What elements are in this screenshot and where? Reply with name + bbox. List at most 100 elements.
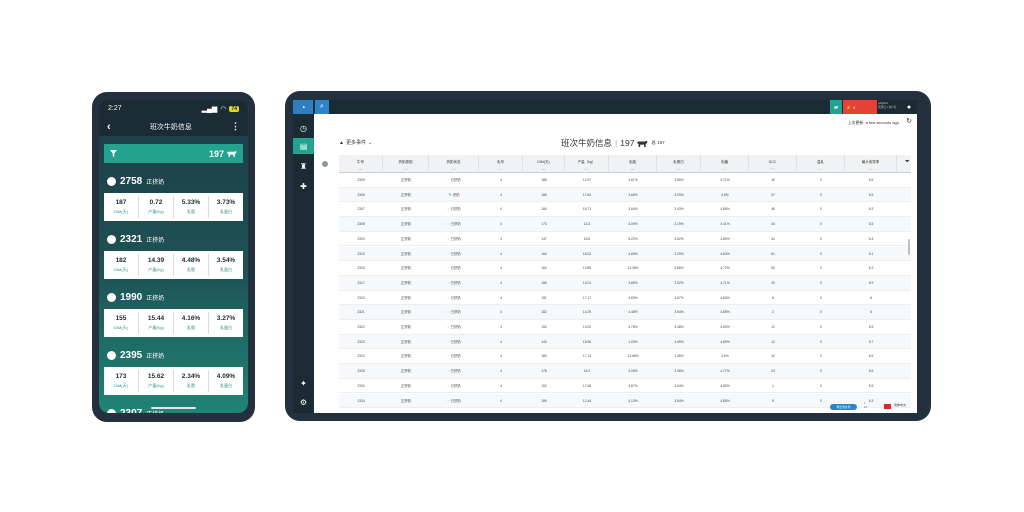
list-item[interactable]: 2758 正挤奶 187 DIM(天) 0.72 产量(Kg) 5.33% 乳脂 3.7…: [104, 169, 243, 221]
column-filter[interactable]: —: [479, 166, 522, 171]
column-header[interactable]: 乳脂 —: [609, 155, 657, 173]
cell-value: 5.22%: [628, 236, 638, 241]
column-filter[interactable]: —: [845, 166, 896, 171]
stat-yield: 15.44 产量(Kg): [139, 312, 174, 334]
table-row[interactable]: 2300 正挤奶 ◌ 已挤奶 4 147 15.6 5.22% 3.52% 4.89% 44 0 5.…: [339, 232, 911, 247]
column-filter[interactable]: —: [383, 166, 428, 171]
table-cell: ◌ 已挤奶: [429, 349, 479, 364]
user-info[interactable]: gdfgfdsd 管理员 1 用户名: [878, 102, 900, 109]
scrollbar[interactable]: [908, 239, 910, 255]
stage: 2:27 ▂▄▆ ◠ 74 ‹ 班次牛奶信息 ⋮ 197 2758 正挤奶 18…: [0, 0, 1024, 512]
cell-value: 正挤奶: [401, 236, 411, 241]
table-row[interactable]: 2323 正挤奶 ◌ 已挤奶 4 143 15.96 1.03% 4.49% 4.89% 12 0 5…: [339, 334, 911, 350]
table-row[interactable]: 2324 正挤奶 ◌ 已挤奶 4 180 17.14 13.66% 1.46% 4.6% 10 0 6…: [339, 349, 911, 365]
table-row[interactable]: 2334 正挤奶 ◌ 已挤奶 4 189 12.44 4.13% 3.54% 4.85% 5 0 6.…: [339, 393, 911, 409]
column-header[interactable]: 温乳 —: [797, 155, 845, 173]
column-header[interactable]: 牛号 —: [339, 155, 383, 173]
more-options-icon[interactable]: ⋮: [231, 121, 240, 132]
cell-value: 5.5: [868, 192, 874, 197]
cell-value: 4.78%: [628, 325, 638, 329]
settings-icon[interactable]: ⚙: [293, 394, 314, 410]
checkbox[interactable]: [107, 350, 116, 360]
table-row[interactable]: 2322 正挤奶 ◌ 已挤奶 4 152 13.02 4.78% 3.48% 4.65% 12 0 5…: [339, 320, 911, 335]
pagination[interactable]: 1 20: [864, 401, 867, 409]
table-cell: 0: [797, 349, 845, 364]
list-item[interactable]: 2395 正挤奶 173 DIM(天) 15.62 产量(Kg) 2.34% 乳脂 4.…: [104, 343, 243, 395]
alert-badge[interactable]: ⚡ 4: [843, 100, 877, 114]
cell-value: 18.02: [582, 251, 592, 256]
cow-view-icon[interactable]: ▰: [830, 100, 842, 114]
table-row[interactable]: 2317 正挤奶 ◌ 已挤奶 4 156 13.01 3.85% 3.52% 4.71% 20 0 5…: [339, 275, 911, 291]
bulb-icon[interactable]: ✦: [293, 375, 314, 391]
refresh-icon[interactable]: ↻: [906, 117, 912, 125]
cell-value: 4.77%: [720, 369, 730, 374]
table-row[interactable]: 2310 正挤奶 ◌ 已挤奶 4 164 18.02 4.69% 3.29% 4.84% 81 0 6…: [339, 246, 911, 262]
report-icon[interactable]: ▤: [293, 138, 314, 154]
table-row[interactable]: 2309 正挤奶 ◌ 已挤奶 4 188 12.97 4.61% 3.56% 4.71% 15 0 5…: [339, 173, 911, 188]
column-filter[interactable]: —: [797, 166, 844, 171]
column-header[interactable]: 乳糖 —: [701, 155, 749, 173]
cow-number: 2758: [120, 175, 143, 187]
select-all-checkbox[interactable]: [322, 161, 328, 167]
more-events-dropdown[interactable]: ▲ 更多事件 ⌄: [339, 139, 372, 147]
table-row[interactable]: 2315 正挤奶 ◌ 已挤奶 4 160 13.85 13.36% 0.86% 4.72% 50 0…: [339, 261, 911, 276]
checkbox[interactable]: [107, 176, 116, 186]
column-filter[interactable]: —: [749, 165, 796, 170]
column-header[interactable]: SCC —: [749, 155, 797, 173]
cell-value: 178: [541, 369, 547, 374]
column-header[interactable]: 挤奶原因 —: [383, 155, 429, 173]
column-filter-icon[interactable]: ⏷: [905, 159, 910, 166]
column-filter[interactable]: —: [523, 166, 564, 171]
table-row[interactable]: 2306 正挤奶 ✎ 挤奶 4 186 17.64 3.66% 3.29% 4.8% 37 0 5.5: [339, 187, 911, 203]
back-icon[interactable]: ‹: [107, 121, 111, 133]
table-row[interactable]: 2326 正挤奶 ◌ 已挤奶 4 178 16.2 4.05% 3.38% 4.77% 23 0 5.…: [339, 364, 911, 379]
table-cell: 0: [797, 379, 845, 394]
stats-card: 182 DIM(天) 14.39 产量(Kg) 4.48% 乳脂 3.54% 乳蛋白: [104, 251, 243, 279]
checkbox[interactable]: [107, 292, 116, 302]
table-row[interactable]: 2320 正挤奶 ◌ 已挤奶 4 191 17.17 4.63% 3.67% 4.84% 8 0 6: [339, 291, 911, 306]
export-button[interactable]: 导出到文件: [830, 404, 857, 410]
stat-value: 3.27%: [216, 315, 236, 322]
table-row[interactable]: 2308 正挤奶 ◌ 已挤奶 4 173 13.3 4.09% 3.19% 4.41% 44 0 5.…: [339, 217, 911, 232]
herd-icon[interactable]: ♜: [293, 158, 314, 174]
search-icon[interactable]: ⌕: [315, 100, 329, 114]
table-cell: 4.89%: [701, 335, 749, 350]
list-item[interactable]: 1990 正挤奶 155 DIM(天) 15.44 产量(Kg) 4.16% 乳脂 3.…: [104, 285, 243, 337]
profile-icon[interactable]: ●: [903, 100, 915, 114]
column-filter[interactable]: —: [339, 166, 382, 171]
cell-value: 15.96: [582, 339, 592, 344]
filter-icon[interactable]: [110, 150, 117, 157]
column-header[interactable]: 乳号 —: [479, 155, 523, 173]
dashboard-icon[interactable]: ◷: [293, 120, 314, 136]
robot-icon[interactable]: ✚: [293, 178, 314, 194]
list-item[interactable]: 2321 正挤奶 182 DIM(天) 14.39 产量(Kg) 4.48% 乳脂 3.…: [104, 227, 243, 279]
cell-value: 已挤奶: [450, 369, 461, 374]
stat-label: DIM(天): [114, 325, 128, 330]
logo-icon[interactable]: ◔: [293, 100, 313, 114]
table-row[interactable]: 2321 正挤奶 ◌ 已挤奶 4 182 14.29 4.48% 3.54% 4.89% 2 0 6: [339, 305, 911, 320]
stat-label: 乳蛋白: [220, 267, 232, 272]
checkbox[interactable]: [107, 408, 116, 413]
column-header[interactable]: 挤奶状态 —: [429, 155, 479, 173]
column-filter[interactable]: —: [701, 166, 748, 171]
table-row[interactable]: 2307 正挤奶 ◌ 已挤奶 4 184 16.71 3.64% 3.43% 4.86% 48 0 6…: [339, 202, 911, 218]
language-select[interactable]: 简体中文: [894, 403, 906, 407]
cell-value: 正挤奶: [401, 192, 411, 197]
cell-value: 4: [500, 251, 502, 256]
checkbox[interactable]: [107, 234, 116, 244]
cell-value: 2321: [357, 310, 365, 315]
column-filter[interactable]: —: [609, 166, 656, 171]
cell-value: 6.2: [868, 266, 874, 271]
column-filter[interactable]: —: [429, 166, 478, 171]
column-header[interactable]: 产量（kg） —: [565, 155, 609, 173]
column-filter[interactable]: —: [565, 166, 608, 171]
column-header[interactable]: 乳蛋白 —: [657, 155, 701, 173]
column-header[interactable]: 最大电导率 —: [845, 155, 897, 173]
table-cell: 正挤奶: [383, 247, 429, 262]
column-header[interactable]: DIM(天) —: [523, 155, 565, 173]
table-cell: ◌ 已挤奶: [429, 335, 479, 350]
table-row[interactable]: 2330 正挤奶 ◌ 已挤奶 4 152 17.08 3.67% 3.64% 4.85% 1 0 5.…: [339, 379, 911, 394]
cell-value: 已挤奶: [450, 222, 461, 227]
stat-label: DIM(天): [114, 209, 128, 214]
column-filter[interactable]: —: [657, 166, 700, 171]
